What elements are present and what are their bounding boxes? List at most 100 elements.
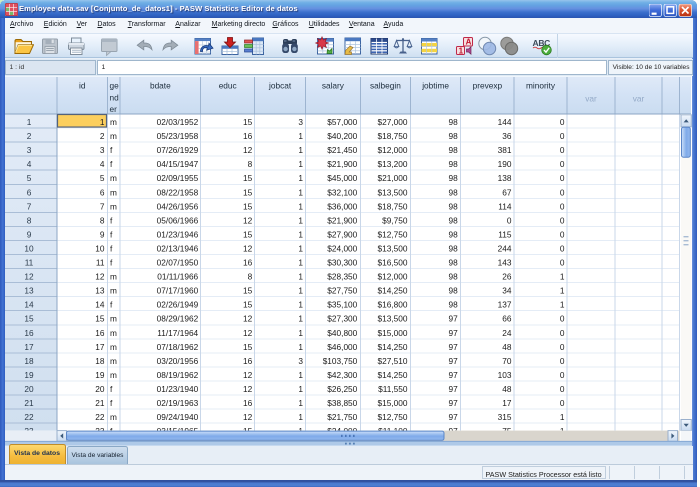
svg-text:0: 0 — [560, 384, 565, 394]
svg-text:19: 19 — [95, 370, 105, 380]
svg-text:$26,250: $26,250 — [327, 384, 357, 394]
svg-text:103: 103 — [498, 370, 512, 380]
svg-text:$13,500: $13,500 — [378, 314, 408, 324]
svg-text:97: 97 — [448, 342, 458, 352]
svg-text:1: 1 — [458, 46, 463, 55]
svg-text:var: var — [585, 94, 597, 104]
svg-text:$14,250: $14,250 — [378, 370, 408, 380]
svg-text:bdate: bdate — [150, 81, 171, 91]
svg-text:1: 1 — [100, 117, 105, 127]
svg-text:$14,250: $14,250 — [378, 286, 408, 296]
svg-text:18: 18 — [24, 356, 34, 366]
svg-text:15: 15 — [243, 117, 253, 127]
svg-text:20: 20 — [95, 384, 105, 394]
svg-text:10: 10 — [24, 243, 34, 253]
svg-text:97: 97 — [448, 356, 458, 366]
svg-text:11/17/1964: 11/17/1964 — [157, 328, 198, 338]
svg-text:97: 97 — [448, 384, 458, 394]
svg-text:$21,900: $21,900 — [327, 215, 357, 225]
svg-text:15: 15 — [243, 342, 253, 352]
svg-text:09/24/1940: 09/24/1940 — [157, 412, 199, 422]
svg-text:minority: minority — [526, 81, 556, 91]
svg-text:m: m — [110, 117, 117, 127]
svg-text:$27,510: $27,510 — [378, 356, 408, 366]
svg-text:educ: educ — [219, 81, 237, 91]
svg-text:1: 1 — [298, 398, 303, 408]
svg-text:id: id — [79, 81, 86, 91]
svg-text:02/09/1955: 02/09/1955 — [157, 173, 199, 183]
svg-text:var: var — [633, 94, 645, 104]
svg-text:A: A — [465, 38, 471, 47]
svg-text:$16,800: $16,800 — [378, 300, 408, 310]
svg-text:m: m — [110, 272, 117, 282]
svg-text:1: 1 — [560, 300, 565, 310]
svg-text:190: 190 — [498, 159, 512, 169]
svg-text:17: 17 — [502, 398, 512, 408]
svg-text:24: 24 — [502, 328, 512, 338]
svg-text:0: 0 — [560, 187, 565, 197]
svg-text:12: 12 — [243, 370, 253, 380]
svg-text:prevexp: prevexp — [473, 81, 503, 91]
svg-text:1: 1 — [298, 370, 303, 380]
svg-text:1: 1 — [27, 117, 32, 127]
svg-text:98: 98 — [448, 173, 458, 183]
svg-text:jobtime: jobtime — [421, 81, 449, 91]
svg-text:$40,200: $40,200 — [327, 131, 357, 141]
svg-text:12: 12 — [243, 314, 253, 324]
svg-text:13: 13 — [24, 286, 34, 296]
svg-text:5: 5 — [27, 173, 32, 183]
svg-text:0: 0 — [560, 398, 565, 408]
svg-text:9: 9 — [100, 229, 105, 239]
svg-text:16: 16 — [95, 328, 105, 338]
svg-text:98: 98 — [448, 272, 458, 282]
svg-text:21: 21 — [24, 398, 34, 408]
svg-text:m: m — [110, 342, 117, 352]
svg-text:$21,000: $21,000 — [378, 173, 408, 183]
svg-text:97: 97 — [448, 412, 458, 422]
svg-text:15: 15 — [243, 173, 253, 183]
svg-text:244: 244 — [498, 243, 512, 253]
svg-text:$12,750: $12,750 — [378, 412, 408, 422]
svg-text:$30,300: $30,300 — [327, 258, 357, 268]
svg-text:0: 0 — [560, 328, 565, 338]
svg-text:12: 12 — [243, 215, 253, 225]
svg-text:3: 3 — [298, 356, 303, 366]
svg-text:nd: nd — [110, 93, 120, 103]
svg-text:67: 67 — [502, 187, 512, 197]
svg-text:16: 16 — [24, 328, 34, 338]
svg-text:m: m — [110, 173, 117, 183]
svg-text:8: 8 — [27, 215, 32, 225]
svg-text:m: m — [110, 314, 117, 324]
svg-text:$12,750: $12,750 — [378, 229, 408, 239]
svg-text:$18,750: $18,750 — [378, 131, 408, 141]
svg-text:98: 98 — [448, 187, 458, 197]
svg-text:$57,000: $57,000 — [327, 117, 357, 127]
svg-text:jobcat: jobcat — [268, 81, 292, 91]
svg-text:8: 8 — [248, 272, 253, 282]
svg-text:15: 15 — [243, 187, 253, 197]
svg-text:$35,100: $35,100 — [327, 300, 357, 310]
svg-text:19: 19 — [24, 370, 34, 380]
svg-text:48: 48 — [502, 384, 512, 394]
svg-text:4: 4 — [27, 159, 32, 169]
svg-text:114: 114 — [498, 201, 512, 211]
svg-text:1: 1 — [298, 173, 303, 183]
svg-text:5: 5 — [100, 173, 105, 183]
svg-text:98: 98 — [448, 229, 458, 239]
svg-text:9: 9 — [27, 229, 32, 239]
svg-text:20: 20 — [24, 384, 34, 394]
svg-text:$13,500: $13,500 — [378, 243, 408, 253]
svg-text:7: 7 — [100, 201, 105, 211]
svg-text:$27,000: $27,000 — [378, 117, 408, 127]
svg-text:$12,000: $12,000 — [378, 145, 408, 155]
svg-text:$16,500: $16,500 — [378, 258, 408, 268]
svg-text:01/11/1966: 01/11/1966 — [157, 272, 198, 282]
svg-text:16: 16 — [243, 398, 253, 408]
svg-text:1: 1 — [298, 342, 303, 352]
svg-text:0: 0 — [507, 215, 512, 225]
svg-text:salary: salary — [322, 81, 345, 91]
svg-text:8: 8 — [248, 159, 253, 169]
svg-text:m: m — [110, 328, 117, 338]
svg-text:0: 0 — [560, 117, 565, 127]
svg-text:$14,250: $14,250 — [378, 342, 408, 352]
